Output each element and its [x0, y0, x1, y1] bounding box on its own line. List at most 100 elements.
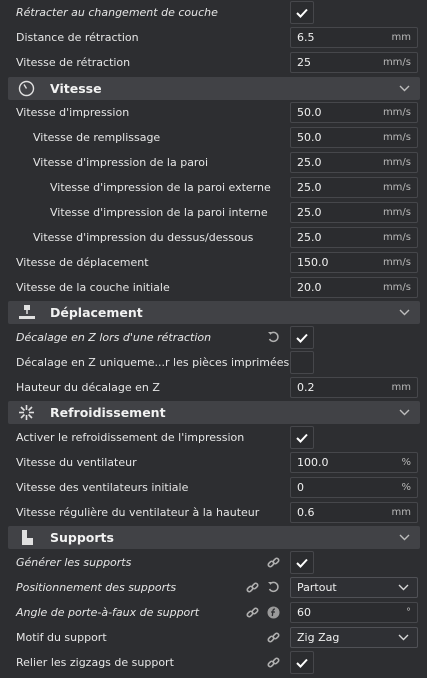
chevron-down-icon — [398, 584, 409, 591]
setting-row-initial-layer-speed: Vitesse de la couche initiale 20.0 mm/s — [0, 275, 427, 300]
field-unit: mm/s — [382, 132, 411, 143]
field-value: 60 — [297, 606, 311, 619]
infill-speed-input[interactable]: 50.0 mm/s — [290, 127, 418, 148]
setting-label: Hauteur du décalage en Z — [16, 381, 160, 394]
field-value: 25.0 — [297, 231, 322, 244]
setting-label: Décalage en Z uniqueme...r les pièces im… — [16, 356, 290, 369]
setting-label: Relier les zigzags de support — [16, 656, 174, 669]
retraction-speed-input[interactable]: 25 mm/s — [290, 52, 418, 73]
setting-row-retraction-distance: Distance de rétraction 6.5 mm — [0, 25, 427, 50]
setting-label: Vitesse d'impression — [16, 106, 130, 119]
setting-row-topbottom-speed: Vitesse d'impression du dessus/dessous 2… — [0, 225, 427, 250]
checkmark-icon — [296, 433, 308, 443]
section-header-speed[interactable]: Vitesse — [8, 77, 420, 100]
setting-row-support-generate: Générer les supports — [0, 550, 427, 575]
setting-row-fan-speed: Vitesse du ventilateur 100.0 % — [0, 450, 427, 475]
setting-label: Vitesse de remplissage — [33, 131, 161, 144]
zhop-height-input[interactable]: 0.2 mm — [290, 377, 418, 398]
function-icon[interactable] — [267, 606, 280, 619]
topbottom-speed-input[interactable]: 25.0 mm/s — [290, 227, 418, 248]
section-header-travel[interactable]: Déplacement — [8, 301, 420, 324]
checkmark-icon — [296, 333, 308, 343]
field-unit: mm/s — [382, 107, 411, 118]
setting-label: Vitesse d'impression de la paroi externe — [50, 181, 271, 194]
field-unit: % — [401, 482, 411, 493]
section-header-cooling[interactable]: Refroidissement — [8, 401, 420, 424]
setting-row-support-overhang-angle: Angle de porte-à-faux de support 60 ° — [0, 600, 427, 625]
chevron-down-icon — [399, 409, 410, 416]
reset-icon[interactable] — [267, 331, 280, 344]
setting-row-zhop-retract: Décalage en Z lors d'une rétraction — [0, 325, 427, 350]
zhop-retract-checkbox[interactable] — [290, 326, 314, 349]
section-title: Supports — [50, 530, 114, 545]
link-icon[interactable] — [267, 556, 280, 569]
chevron-down-icon — [399, 85, 410, 92]
support-overhang-angle-input[interactable]: 60 ° — [290, 602, 418, 623]
setting-row-outer-wall-speed: Vitesse d'impression de la paroi externe… — [0, 175, 427, 200]
field-unit: ° — [406, 607, 411, 618]
setting-row-retraction-speed: Vitesse de rétraction 25 mm/s — [0, 50, 427, 75]
inner-wall-speed-input[interactable]: 25.0 mm/s — [290, 202, 418, 223]
retract-layer-change-checkbox[interactable] — [290, 1, 314, 24]
fan-speed-input[interactable]: 100.0 % — [290, 452, 418, 473]
enable-cooling-checkbox[interactable] — [290, 426, 314, 449]
setting-row-support-placement: Positionnement des supports Partout — [0, 575, 427, 600]
field-value: 25 — [297, 56, 311, 69]
travel-speed-input[interactable]: 150.0 mm/s — [290, 252, 418, 273]
chevron-down-icon — [399, 309, 410, 316]
zhop-only-printed-checkbox[interactable] — [290, 351, 314, 374]
initial-fan-speed-input[interactable]: 0 % — [290, 477, 418, 498]
dropdown-value: Zig Zag — [297, 631, 340, 644]
support-icon — [22, 530, 33, 545]
print-speed-input[interactable]: 50.0 mm/s — [290, 102, 418, 123]
setting-label: Motif du support — [16, 631, 107, 644]
field-unit: % — [401, 457, 411, 468]
travel-icon — [19, 305, 35, 319]
chevron-down-icon — [399, 534, 410, 541]
setting-label: Vitesse de la couche initiale — [16, 281, 170, 294]
regular-fan-height-input[interactable]: 0.6 mm — [290, 502, 418, 523]
setting-label: Angle de porte-à-faux de support — [16, 606, 200, 619]
link-icon[interactable] — [246, 606, 259, 619]
field-unit: mm/s — [382, 232, 411, 243]
link-icon[interactable] — [267, 656, 280, 669]
field-value: 25.0 — [297, 181, 322, 194]
setting-label: Activer le refroidissement de l'impressi… — [16, 431, 245, 444]
setting-label: Vitesse d'impression de la paroi — [33, 156, 209, 169]
setting-row-initial-fan-speed: Vitesse des ventilateurs initiale 0 % — [0, 475, 427, 500]
link-icon[interactable] — [267, 631, 280, 644]
setting-label: Vitesse d'impression du dessus/dessous — [33, 231, 254, 244]
setting-row-wall-speed: Vitesse d'impression de la paroi 25.0 mm… — [0, 150, 427, 175]
outer-wall-speed-input[interactable]: 25.0 mm/s — [290, 177, 418, 198]
setting-row-zhop-only-printed: Décalage en Z uniqueme...r les pièces im… — [0, 350, 427, 375]
speedometer-icon — [18, 80, 35, 97]
section-header-support[interactable]: Supports — [8, 526, 420, 549]
reset-icon[interactable] — [267, 581, 280, 594]
setting-row-retract-layer-change: Rétracter au changement de couche — [0, 0, 427, 25]
fan-icon — [19, 405, 34, 420]
field-unit: mm/s — [382, 257, 411, 268]
wall-speed-input[interactable]: 25.0 mm/s — [290, 152, 418, 173]
setting-row-zhop-height: Hauteur du décalage en Z 0.2 mm — [0, 375, 427, 400]
checkmark-icon — [296, 8, 308, 18]
field-unit: mm — [391, 32, 411, 43]
field-value: 6.5 — [297, 31, 315, 44]
support-placement-dropdown[interactable]: Partout — [290, 577, 418, 598]
field-value: 150.0 — [297, 256, 329, 269]
setting-label: Vitesse d'impression de la paroi interne — [50, 206, 268, 219]
field-value: 100.0 — [297, 456, 329, 469]
retraction-distance-input[interactable]: 6.5 mm — [290, 27, 418, 48]
field-value: 0.6 — [297, 506, 315, 519]
dropdown-value: Partout — [297, 581, 337, 594]
setting-label: Vitesse de déplacement — [16, 256, 149, 269]
support-pattern-dropdown[interactable]: Zig Zag — [290, 627, 418, 648]
initial-layer-speed-input[interactable]: 20.0 mm/s — [290, 277, 418, 298]
field-unit: mm — [391, 507, 411, 518]
field-value: 0.2 — [297, 381, 315, 394]
setting-label: Positionnement des supports — [16, 581, 177, 594]
field-value: 0 — [297, 481, 304, 494]
support-connect-zigzags-checkbox[interactable] — [290, 651, 314, 674]
support-generate-checkbox[interactable] — [290, 551, 314, 574]
link-icon[interactable] — [246, 581, 259, 594]
setting-label: Décalage en Z lors d'une rétraction — [16, 331, 212, 344]
